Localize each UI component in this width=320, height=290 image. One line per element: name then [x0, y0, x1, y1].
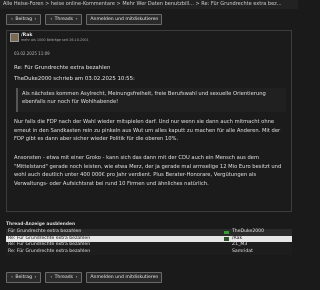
quote-block: Als nächstes kommen Asylrecht, Meinungsf…	[16, 88, 286, 112]
thread-row-author[interactable]: Z1_M3	[232, 242, 247, 249]
previous-post-button[interactable]: ‹ Beitrag ›	[6, 272, 42, 283]
post-title: Re: Für Grundrechte extra bezahlen	[14, 65, 111, 71]
post-header: /Rak mehr als 1000 Beiträge seit 26.10.2…	[7, 31, 291, 44]
thread-row[interactable]: Für Grundrechte extra bezahlen TheDuke20…	[6, 229, 292, 236]
arrow-right-icon: ›	[34, 17, 37, 22]
previous-post-label: Beitrag	[15, 17, 32, 22]
thread-row-title[interactable]: Für Grundrechte extra bezahlen	[8, 229, 81, 236]
threads-button[interactable]: ‹ Threads ›	[45, 272, 83, 283]
quote-header: TheDuke2000 schrieb am 03.02.2025 10:55:	[14, 76, 135, 82]
breadcrumb-text[interactable]: Alle Heise-Foren > heise online-Kommenta…	[0, 1, 282, 7]
threads-label: Threads	[54, 17, 74, 22]
arrow-right-icon: ›	[34, 275, 37, 280]
rating-flag-icon	[224, 237, 229, 241]
login-to-discuss-label: Anmelden und mitdiskutieren	[90, 17, 159, 22]
arrow-left-icon: ‹	[50, 275, 53, 280]
arrow-right-icon: ›	[75, 275, 78, 280]
thread-row[interactable]: Re: Für Grundrechte extra bezahlen Samri…	[6, 248, 292, 256]
bottom-toolbar: ‹ Beitrag › ‹ Threads › Anmelden und mit…	[6, 272, 163, 283]
thread-row[interactable]: Re: Für Grundrechte extra bezahlen Z1_M3	[6, 242, 292, 249]
login-to-discuss-label: Anmelden und mitdiskutieren	[90, 275, 159, 280]
previous-post-button[interactable]: ‹ Beitrag ›	[6, 14, 42, 25]
arrow-left-icon: ‹	[11, 275, 13, 280]
rating-flag-icon	[224, 230, 229, 234]
thread-view-toggle[interactable]: Thread-Anzeige ausblenden	[6, 222, 292, 227]
arrow-left-icon: ‹	[50, 17, 53, 22]
thread-row-author[interactable]: Samridat	[232, 249, 253, 256]
post-date: 03.02.2025 11:09	[14, 51, 50, 56]
threads-label: Threads	[54, 275, 74, 280]
previous-post-label: Beitrag	[15, 275, 32, 280]
thread-row-author[interactable]: TheDuke2000	[232, 229, 264, 236]
arrow-right-icon: ›	[75, 17, 78, 22]
user-info: /Rak mehr als 1000 Beiträge seit 26.10.2…	[21, 33, 89, 42]
login-to-discuss-button[interactable]: Anmelden und mitdiskutieren	[86, 272, 163, 283]
breadcrumb[interactable]: Alle Heise-Foren > heise online-Kommenta…	[0, 0, 298, 9]
arrow-left-icon: ‹	[11, 17, 13, 22]
post-paragraph-1: Nur falls die FDP nach der Wahl wieder m…	[14, 119, 281, 143]
login-to-discuss-button[interactable]: Anmelden und mitdiskutieren	[86, 14, 163, 25]
thread-view: Thread-Anzeige ausblenden Für Grundrecht…	[6, 222, 292, 270]
top-toolbar: ‹ Beitrag › ‹ Threads › Anmelden und mit…	[6, 14, 163, 25]
thread-row-title[interactable]: Re: Für Grundrechte extra bezahlen	[8, 249, 90, 256]
thread-row-title[interactable]: Re: Für Grundrechte extra bezahlen	[8, 242, 90, 249]
avatar[interactable]	[10, 33, 19, 42]
threads-button[interactable]: ‹ Threads ›	[45, 14, 83, 25]
post-paragraph-2: Ansonsten - etwa mit einer Groko - kann …	[14, 155, 282, 187]
member-since: mehr als 1000 Beiträge seit 26.10.2001	[21, 38, 89, 42]
